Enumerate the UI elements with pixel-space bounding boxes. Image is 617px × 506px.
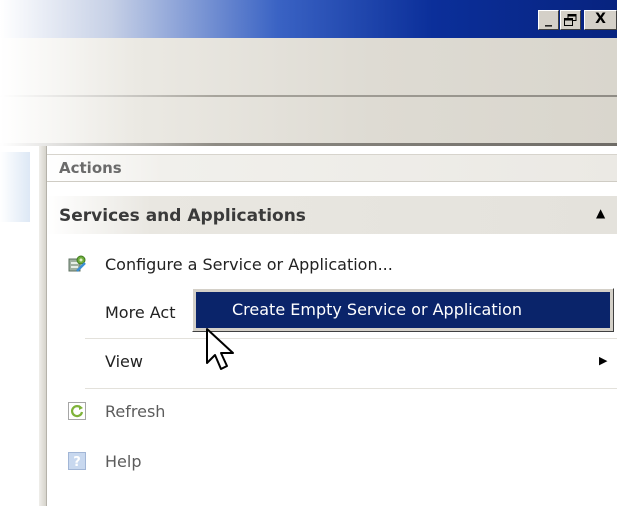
mouse-cursor-icon (206, 328, 234, 370)
section-header-services-and-applications[interactable]: Services and Applications ▲ (47, 196, 617, 234)
action-label: Help (105, 452, 142, 471)
results-pane (0, 146, 38, 506)
title-bar: _ X (0, 0, 617, 38)
action-refresh[interactable]: Refresh (47, 389, 617, 437)
pane-splitter[interactable] (38, 146, 46, 506)
actions-title: Actions (59, 159, 122, 177)
minimize-button[interactable]: _ (538, 10, 559, 30)
action-label: Refresh (105, 402, 166, 421)
triangle-up-icon[interactable]: ▲ (596, 206, 605, 220)
restore-icon (564, 14, 577, 26)
menu-item-create-empty-service[interactable]: Create Empty Service or Application (196, 292, 610, 328)
menu-bar (0, 38, 617, 95)
section-title: Services and Applications (59, 206, 306, 226)
action-label: Configure a Service or Application... (105, 255, 393, 274)
refresh-icon (67, 401, 87, 421)
action-label: More Act (105, 303, 176, 322)
actions-header: Actions (47, 154, 617, 182)
action-view[interactable]: View ▶ (47, 339, 617, 387)
toolbar (0, 97, 617, 143)
triangle-right-icon: ▶ (599, 354, 608, 367)
action-label: View (105, 352, 143, 371)
svg-text:?: ? (73, 455, 81, 470)
action-configure-service[interactable]: Configure a Service or Application... (47, 242, 617, 290)
help-icon: ? (67, 451, 87, 471)
menu-item-label: Create Empty Service or Application (232, 300, 522, 319)
selected-row-fragment (0, 152, 30, 222)
close-button[interactable]: X (584, 10, 617, 30)
more-actions-submenu: Create Empty Service or Application (192, 288, 614, 332)
maximize-button[interactable] (560, 10, 581, 30)
configure-service-icon (67, 254, 87, 274)
action-help[interactable]: ? Help (47, 439, 617, 487)
